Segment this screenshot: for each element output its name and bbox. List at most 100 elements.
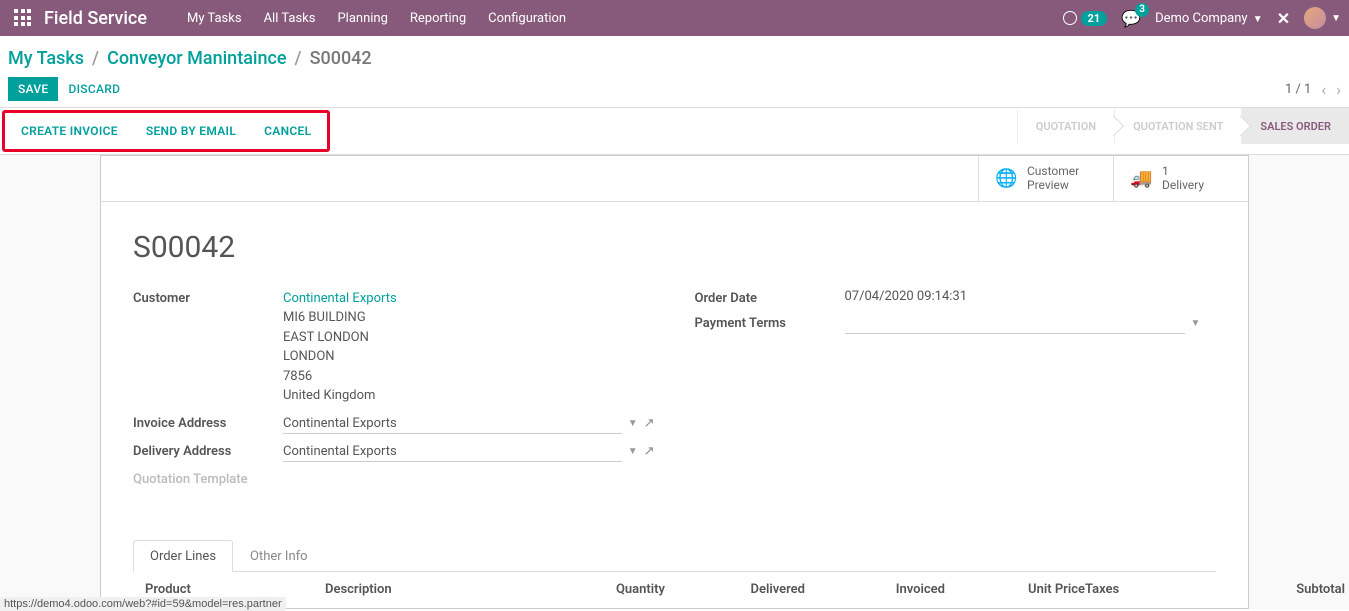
caret-down-icon[interactable]: ▼	[628, 446, 638, 457]
invoice-address-field: Invoice Address ▼ ↗	[133, 414, 655, 434]
external-link-icon[interactable]: ↗	[644, 416, 655, 431]
messaging-button[interactable]: 💬 3	[1121, 9, 1141, 28]
status-url: https://demo4.odoo.com/web?#id=59&model=…	[0, 597, 286, 611]
form-sheet: 🌐 Customer Preview 🚚 1 Delivery S00042	[100, 155, 1249, 609]
payment-terms-label: Payment Terms	[695, 314, 845, 331]
company-name: Demo Company	[1155, 11, 1247, 26]
caret-down-icon: ▼	[1253, 14, 1263, 25]
separator: /	[92, 48, 99, 69]
stat-line1: Customer	[1027, 164, 1079, 178]
col-invoiced: Invoiced	[805, 582, 945, 598]
close-support-icon[interactable]: ✕	[1277, 9, 1290, 28]
control-row: SAVE DISCARD 1 / 1 ‹ ›	[8, 77, 1341, 101]
sheet-wrap: 🌐 Customer Preview 🚚 1 Delivery S00042	[0, 155, 1349, 609]
delivery-address-field: Delivery Address ▼ ↗	[133, 442, 655, 462]
activities-button[interactable]: 21	[1063, 11, 1108, 26]
customer-preview-button[interactable]: 🌐 Customer Preview	[978, 156, 1113, 201]
form-grid: Customer Continental Exports MI6 BUILDIN…	[101, 289, 1248, 519]
pager-text: 1 / 1	[1285, 82, 1311, 97]
send-email-button[interactable]: SEND BY EMAIL	[132, 117, 250, 145]
customer-link[interactable]: Continental Exports	[283, 289, 655, 309]
status-quotation-sent[interactable]: QUOTATION SENT	[1114, 108, 1241, 144]
action-buttons-highlight: CREATE INVOICE SEND BY EMAIL CANCEL	[2, 110, 330, 152]
tabs: Order Lines Other Info	[133, 539, 1216, 572]
avatar	[1304, 7, 1326, 29]
brand[interactable]: Field Service	[44, 8, 147, 29]
external-link-icon[interactable]: ↗	[644, 444, 655, 459]
address-line: 7856	[283, 367, 655, 387]
caret-down-icon: ▼	[1331, 13, 1341, 24]
pager-prev[interactable]: ‹	[1321, 80, 1326, 99]
apps-icon[interactable]	[14, 9, 32, 27]
col-delivered: Delivered	[665, 582, 805, 598]
menu-my-tasks[interactable]: My Tasks	[187, 11, 242, 26]
create-invoice-button[interactable]: CREATE INVOICE	[7, 117, 132, 145]
user-menu[interactable]: ▼	[1304, 7, 1341, 29]
address-line: United Kingdom	[283, 386, 655, 406]
col-subtotal: Subtotal	[1205, 582, 1345, 598]
breadcrumb: My Tasks / Conveyor Manintaince / S00042	[8, 48, 1341, 69]
col-quantity: Quantity	[545, 582, 665, 598]
caret-down-icon[interactable]: ▼	[1191, 318, 1201, 329]
quotation-template-label: Quotation Template	[133, 470, 283, 487]
col-product: Product	[145, 582, 325, 598]
save-button[interactable]: SAVE	[8, 77, 58, 101]
col-taxes: Taxes	[1085, 582, 1205, 598]
stat-line2: Preview	[1027, 178, 1079, 192]
menu-planning[interactable]: Planning	[337, 11, 387, 26]
address-line: LONDON	[283, 347, 655, 367]
truck-icon: 🚚	[1130, 168, 1152, 189]
invoice-address-input[interactable]	[283, 414, 622, 434]
record-title: S00042	[101, 202, 1248, 289]
stat-line1: 1	[1162, 164, 1204, 178]
status-steps: QUOTATION QUOTATION SENT SALES ORDER	[1017, 108, 1349, 154]
clock-icon	[1063, 11, 1077, 25]
statusbar: CREATE INVOICE SEND BY EMAIL CANCEL QUOT…	[0, 107, 1349, 155]
col-description: Description	[325, 582, 545, 598]
company-selector[interactable]: Demo Company ▼	[1155, 11, 1263, 26]
address-line: MI6 BUILDING	[283, 308, 655, 328]
order-lines-table-head: Product Description Quantity Delivered I…	[133, 572, 1216, 608]
delivery-address-label: Delivery Address	[133, 442, 283, 459]
address-line: EAST LONDON	[283, 328, 655, 348]
menu-configuration[interactable]: Configuration	[488, 11, 566, 26]
breadcrumb-item[interactable]: My Tasks	[8, 48, 84, 69]
customer-label: Customer	[133, 289, 283, 306]
pager: 1 / 1 ‹ ›	[1285, 80, 1341, 99]
order-date-label: Order Date	[695, 289, 845, 306]
tab-order-lines[interactable]: Order Lines	[133, 540, 233, 572]
menu-all-tasks[interactable]: All Tasks	[264, 11, 316, 26]
col-unit-price: Unit Price	[945, 582, 1085, 598]
delivery-button[interactable]: 🚚 1 Delivery	[1113, 156, 1248, 201]
payment-terms-field: Payment Terms ▼	[695, 314, 1217, 334]
order-date-value: 07/04/2020 09:14:31	[845, 289, 1217, 304]
control-panel: My Tasks / Conveyor Manintaince / S00042…	[0, 36, 1349, 107]
pager-next[interactable]: ›	[1336, 80, 1341, 99]
menu-reporting[interactable]: Reporting	[410, 11, 466, 26]
stat-line2: Delivery	[1162, 178, 1204, 192]
right-col: Order Date 07/04/2020 09:14:31 Payment T…	[695, 289, 1217, 495]
left-col: Customer Continental Exports MI6 BUILDIN…	[133, 289, 655, 495]
delivery-address-input[interactable]	[283, 442, 622, 462]
breadcrumb-current: S00042	[310, 48, 372, 69]
kebab-menu-icon[interactable]: ⋮	[1345, 582, 1349, 598]
order-date-field: Order Date 07/04/2020 09:14:31	[695, 289, 1217, 306]
quotation-template-field: Quotation Template	[133, 470, 655, 487]
topnav-right: 21 💬 3 Demo Company ▼ ✕ ▼	[1063, 7, 1341, 29]
status-quotation[interactable]: QUOTATION	[1017, 108, 1114, 144]
breadcrumb-item[interactable]: Conveyor Manintaince	[107, 48, 286, 69]
topnav-menu: My Tasks All Tasks Planning Reporting Co…	[187, 11, 566, 26]
activity-count: 21	[1081, 11, 1108, 26]
status-sales-order[interactable]: SALES ORDER	[1241, 108, 1349, 144]
cancel-button[interactable]: CANCEL	[250, 117, 325, 145]
invoice-address-label: Invoice Address	[133, 414, 283, 431]
caret-down-icon[interactable]: ▼	[628, 418, 638, 429]
discard-button[interactable]: DISCARD	[58, 77, 130, 101]
topnav: Field Service My Tasks All Tasks Plannin…	[0, 0, 1349, 36]
globe-icon: 🌐	[995, 168, 1017, 189]
tab-other-info[interactable]: Other Info	[233, 540, 325, 572]
customer-field: Customer Continental Exports MI6 BUILDIN…	[133, 289, 655, 406]
payment-terms-input[interactable]	[845, 314, 1185, 334]
stat-buttons: 🌐 Customer Preview 🚚 1 Delivery	[101, 156, 1248, 202]
chat-count: 3	[1135, 3, 1149, 17]
